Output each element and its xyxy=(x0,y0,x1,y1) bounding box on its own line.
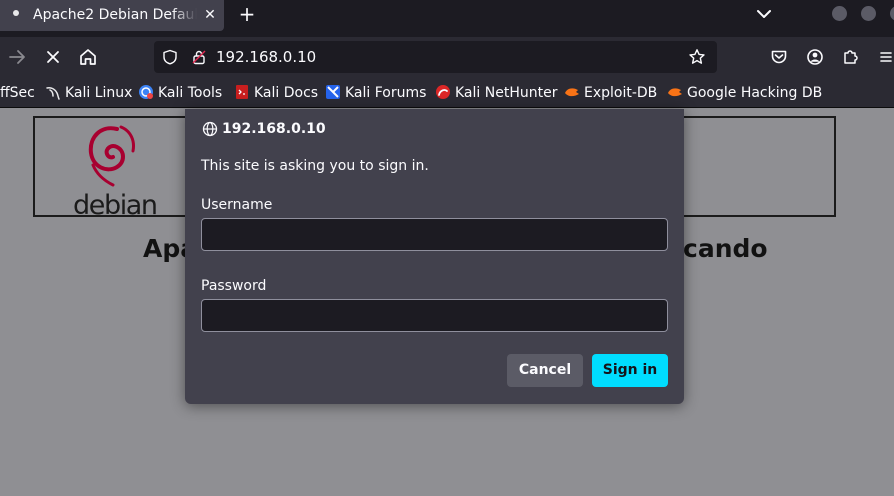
account-icon xyxy=(807,49,823,65)
cancel-button[interactable]: Cancel xyxy=(507,354,583,387)
home-button[interactable] xyxy=(74,43,102,71)
bookmark-kali-linux[interactable]: Kali Linux xyxy=(45,83,132,103)
minimize-button[interactable] xyxy=(832,6,847,21)
bookmark-offsec[interactable]: ffSec xyxy=(0,83,35,103)
app-menu-button[interactable] xyxy=(872,43,894,71)
bookmark-label: ffSec xyxy=(0,85,35,101)
kali-forums-icon xyxy=(325,84,341,100)
password-field[interactable] xyxy=(201,299,668,332)
tab-strip: Apache2 Debian Default Page ✕ + xyxy=(0,0,894,37)
lock-icon[interactable] xyxy=(191,49,207,65)
close-icon xyxy=(47,51,59,63)
extensions-button[interactable] xyxy=(837,43,865,71)
url-bar[interactable]: 192.168.0.10 xyxy=(154,41,717,73)
bookmark-label: Kali NetHunter xyxy=(455,85,558,101)
stop-button[interactable] xyxy=(39,43,67,71)
star-icon[interactable] xyxy=(688,48,706,66)
google-hacking-db-icon xyxy=(667,84,683,100)
dialog-host: 192.168.0.10 xyxy=(222,121,326,137)
kali-tools-icon xyxy=(138,84,154,100)
sign-in-button[interactable]: Sign in xyxy=(592,354,668,387)
chevron-down-icon xyxy=(757,10,771,18)
bookmark-label: Exploit-DB xyxy=(584,85,658,101)
username-field[interactable] xyxy=(201,218,668,251)
dialog-message: This site is asking you to sign in. xyxy=(201,158,429,174)
bookmark-kali-forums[interactable]: Kali Forums xyxy=(325,83,426,103)
list-all-tabs-button[interactable] xyxy=(752,3,776,25)
kali-dragon-icon xyxy=(45,84,61,100)
bookmark-label: Kali Tools xyxy=(158,85,223,101)
debian-logo-text: debian xyxy=(73,190,158,221)
tab-title: Apache2 Debian Default Page xyxy=(33,7,197,23)
kali-docs-icon xyxy=(234,84,250,100)
navigation-toolbar: 192.168.0.10 xyxy=(0,37,894,78)
username-label: Username xyxy=(201,197,273,213)
url-text[interactable]: 192.168.0.10 xyxy=(216,47,316,67)
tab-close-button[interactable]: ✕ xyxy=(200,5,220,25)
pocket-button[interactable] xyxy=(765,43,793,71)
account-button[interactable] xyxy=(801,43,829,71)
bookmark-kali-tools[interactable]: Kali Tools xyxy=(138,83,222,103)
arrow-right-icon xyxy=(9,50,25,64)
exploit-db-icon xyxy=(564,84,580,100)
shield-icon[interactable] xyxy=(162,49,178,65)
bookmark-kali-nethunter[interactable]: Kali NetHunter xyxy=(435,83,557,103)
globe-icon xyxy=(202,121,218,137)
bookmark-google-hacking-db[interactable]: Google Hacking DB xyxy=(667,83,822,103)
new-tab-button[interactable]: + xyxy=(236,3,258,25)
debian-swirl-logo xyxy=(88,125,135,187)
forward-button[interactable] xyxy=(3,43,31,71)
puzzle-icon xyxy=(844,50,858,64)
hamburger-menu-icon xyxy=(880,52,892,62)
password-label: Password xyxy=(201,278,267,294)
home-icon xyxy=(80,49,96,65)
bookmark-kali-docs[interactable]: Kali Docs xyxy=(234,83,318,103)
close-window-button[interactable] xyxy=(890,6,894,21)
page-heading-right: cando xyxy=(683,234,768,263)
kali-nethunter-icon xyxy=(435,84,451,100)
bookmark-label: Kali Linux xyxy=(65,85,133,101)
bookmark-label: Google Hacking DB xyxy=(687,85,823,101)
bookmarks-toolbar: ffSec Kali Linux Kali Tools Kali Docs Ka… xyxy=(0,78,894,108)
bookmark-exploit-db[interactable]: Exploit-DB xyxy=(564,83,657,103)
bookmark-label: Kali Docs xyxy=(254,85,319,101)
pocket-icon xyxy=(771,50,787,64)
loading-favicon-icon xyxy=(13,10,19,16)
bookmark-label: Kali Forums xyxy=(345,85,427,101)
maximize-button[interactable] xyxy=(861,6,876,21)
browser-tab[interactable]: Apache2 Debian Default Page ✕ xyxy=(0,0,224,31)
sign-in-dialog: 192.168.0.10 This site is asking you to … xyxy=(185,109,684,404)
